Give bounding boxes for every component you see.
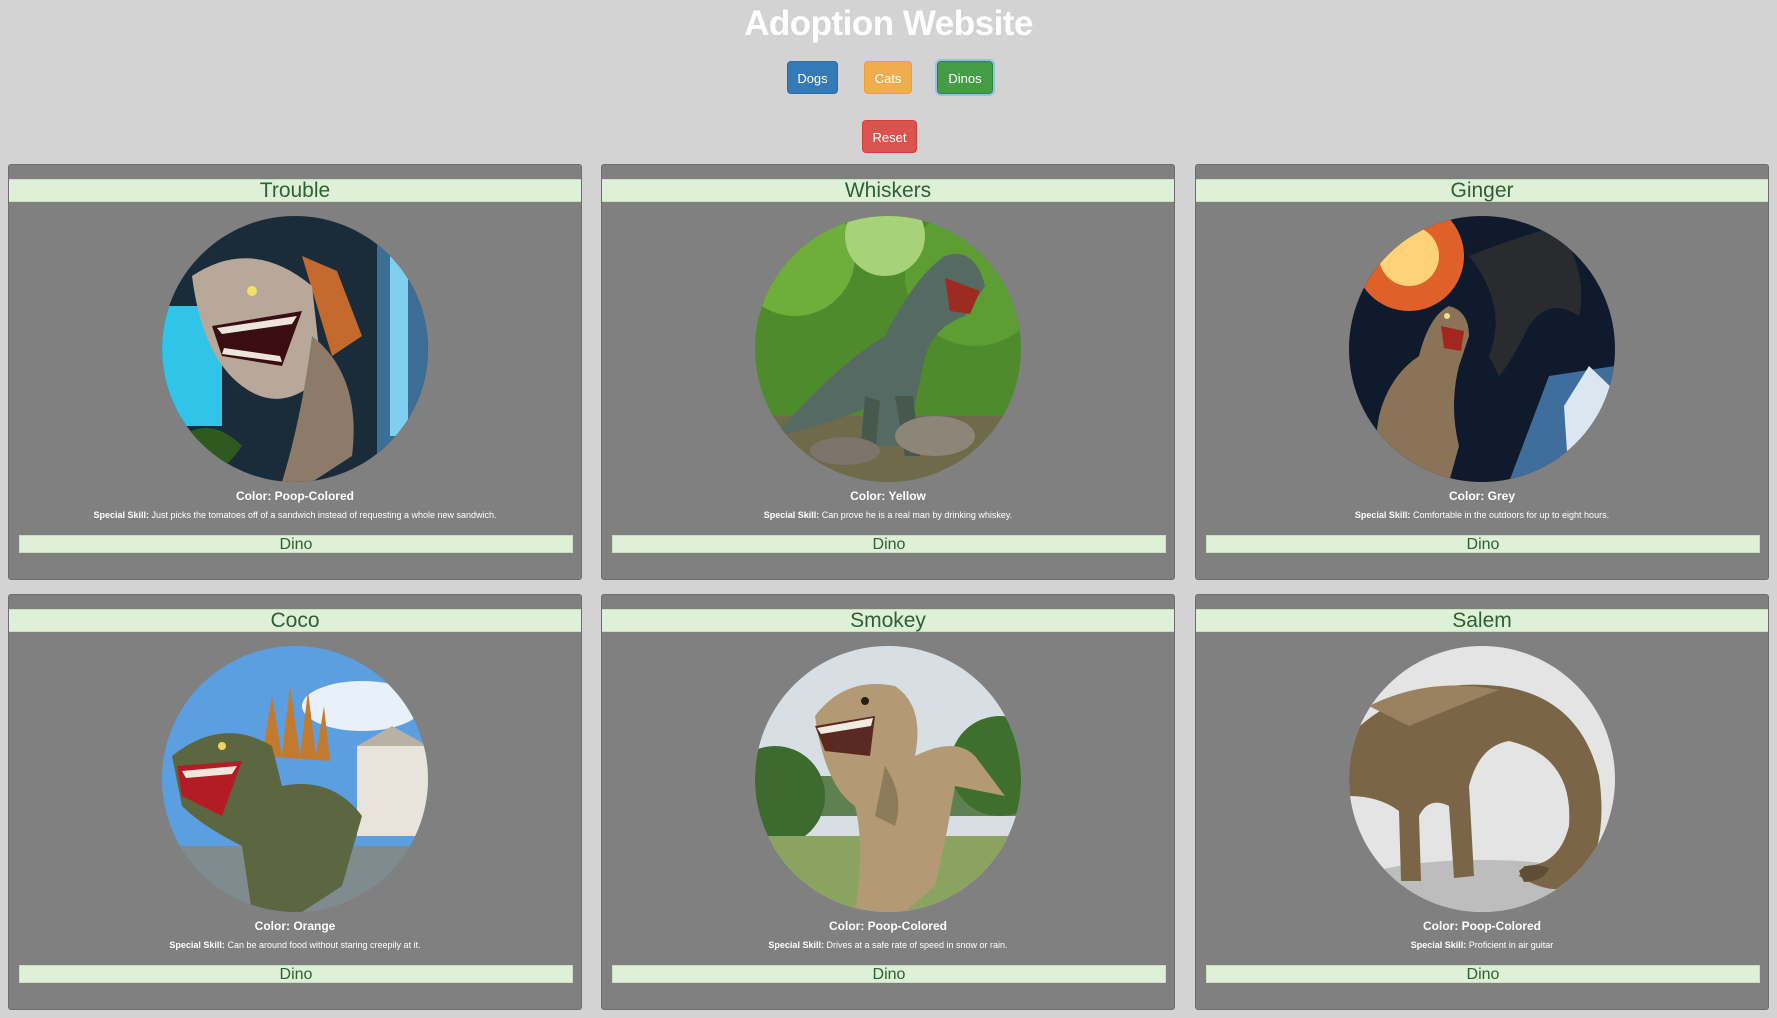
special-skill-label: Special Skill:: [763, 510, 820, 520]
page-title: Adoption Website: [744, 4, 1033, 43]
pet-type-badge: Dino: [19, 535, 573, 553]
pet-special-skill: Special Skill: Proficient in air guitar: [1196, 940, 1768, 950]
pet-type-badge: Dino: [612, 965, 1166, 983]
pet-photo: [755, 216, 1021, 482]
pet-photo: [162, 646, 428, 912]
special-skill-label: Special Skill:: [169, 940, 225, 950]
spinosaurus-image: [162, 216, 428, 482]
special-skill-label: Special Skill:: [768, 940, 824, 950]
special-skill-label: Special Skill:: [93, 510, 149, 520]
pet-photo: [755, 646, 1021, 912]
pet-card: Trouble Color: Poop-Colored Special Skil…: [8, 164, 582, 580]
reset-button[interactable]: Reset: [862, 120, 917, 153]
cats-filter-button[interactable]: Cats: [864, 61, 912, 94]
pet-type-badge: Dino: [1206, 965, 1760, 983]
t-rex-meadow-image: [755, 646, 1021, 912]
dinos-filter-button[interactable]: Dinos: [937, 61, 993, 94]
special-skill-text: Proficient in air guitar: [1468, 940, 1554, 950]
pet-type-badge: Dino: [612, 535, 1166, 553]
special-skill-text: Comfortable in the outdoors for up to ei…: [1412, 510, 1610, 520]
special-skill-text: Drives at a safe rate of speed in snow o…: [826, 940, 1008, 950]
pet-color: Color: Yellow: [850, 489, 926, 503]
pet-card: Salem Color: Poop-Colored Special Skill:…: [1195, 594, 1769, 1010]
pet-type-badge: Dino: [19, 965, 573, 983]
pet-name: Whiskers: [602, 179, 1174, 202]
dimetrodon-image: [162, 646, 428, 912]
pet-color: Color: Poop-Colored: [1423, 919, 1541, 933]
pet-name: Ginger: [1196, 179, 1768, 202]
pet-name: Smokey: [602, 609, 1174, 632]
dogs-filter-button[interactable]: Dogs: [787, 61, 838, 94]
pet-name: Trouble: [9, 179, 581, 202]
t-rex-image: [755, 216, 1021, 482]
pet-color: Color: Poop-Colored: [236, 489, 354, 503]
pet-photo: [1349, 216, 1615, 482]
pet-special-skill: Special Skill: Just picks the tomatoes o…: [9, 510, 581, 520]
pet-color: Color: Grey: [1448, 489, 1515, 503]
special-skill-text: Can prove he is a real man by drinking w…: [821, 510, 1013, 520]
pet-card: Ginger Color: Grey Special Skill: Comfor…: [1195, 164, 1769, 580]
pet-card: Coco Color: Orange Special Skill: Can be…: [8, 594, 582, 1010]
pet-photo: [162, 216, 428, 482]
special-skill-label: Special Skill:: [1410, 940, 1467, 950]
pet-type-badge: Dino: [1206, 535, 1760, 553]
pet-special-skill: Special Skill: Can prove he is a real ma…: [602, 510, 1174, 520]
pet-name: Salem: [1196, 609, 1768, 632]
special-skill-label: Special Skill:: [1354, 510, 1411, 520]
pet-card: Smokey Color: Poop-Colored Special Skill…: [601, 594, 1175, 1010]
special-skill-text: Can be around food without staring creep…: [227, 940, 421, 950]
pet-special-skill: Special Skill: Comfortable in the outdoo…: [1196, 510, 1768, 520]
pet-name: Coco: [9, 609, 581, 632]
pet-special-skill: Special Skill: Can be around food withou…: [9, 940, 581, 950]
special-skill-text: Just picks the tomatoes off of a sandwic…: [151, 510, 497, 520]
pet-color: Color: Poop-Colored: [829, 919, 947, 933]
pet-card: Whiskers Color: Yellow Special Skill: Ca…: [601, 164, 1175, 580]
sauropod-image: [1349, 646, 1615, 912]
pet-special-skill: Special Skill: Drives at a safe rate of …: [602, 940, 1174, 950]
pet-photo: [1349, 646, 1615, 912]
pet-color: Color: Orange: [254, 919, 336, 933]
t-rex-pterosaur-image: [1349, 216, 1615, 482]
